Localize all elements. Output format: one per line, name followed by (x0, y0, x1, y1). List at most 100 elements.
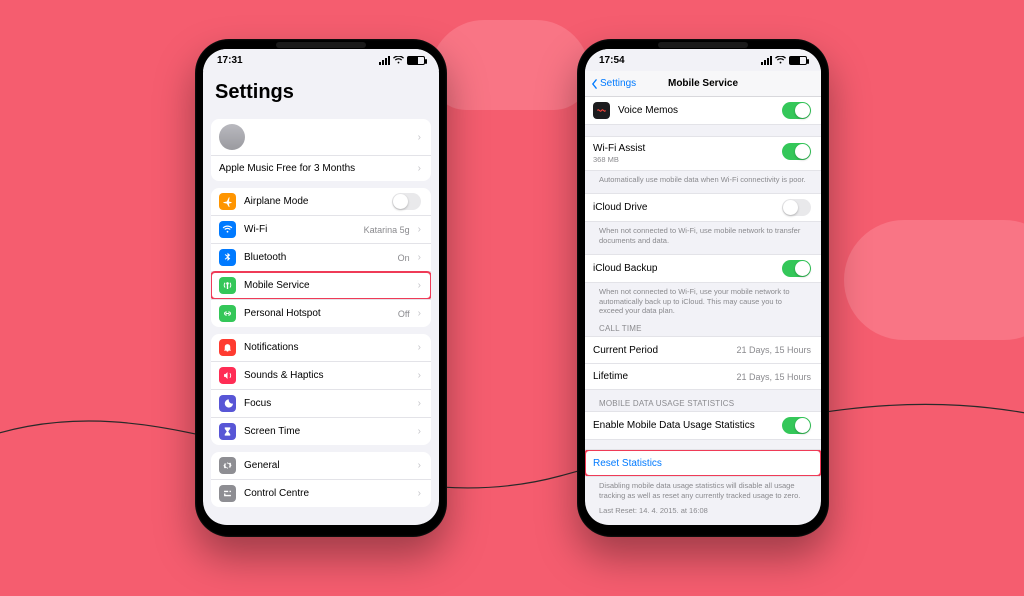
chevron-right-icon: › (418, 252, 421, 263)
moon-icon (219, 395, 236, 412)
enable-stats-toggle[interactable] (782, 417, 811, 434)
row-label: iCloud Backup (593, 263, 774, 274)
row-value: Katarina 5g (364, 225, 410, 235)
row-label: Focus (244, 398, 410, 409)
voice-memos-icon (593, 102, 610, 119)
status-bar: 17:54 (585, 49, 821, 71)
bluetooth-icon (219, 249, 236, 266)
row-label: iCloud Drive (593, 202, 774, 213)
apple-id-row[interactable]: › (211, 119, 431, 155)
chevron-right-icon: › (418, 426, 421, 437)
back-button[interactable]: Settings (591, 71, 636, 96)
call-time-header: CALL TIME (585, 315, 821, 336)
wifi-assist-sub: 368 MB (593, 155, 619, 164)
airplane-icon (219, 193, 236, 210)
icloud-backup-row[interactable]: iCloud Backup (585, 255, 821, 282)
apple-music-promo-row[interactable]: Apple Music Free for 3 Months › (211, 155, 431, 181)
gear-icon (219, 457, 236, 474)
disable-stats-footer: Disabling mobile data usage statistics w… (585, 477, 821, 500)
bell-icon (219, 339, 236, 356)
personal-hotspot-row[interactable]: Personal Hotspot Off › (211, 299, 431, 327)
row-value: 21 Days, 15 Hours (736, 372, 811, 382)
chevron-right-icon: › (418, 163, 421, 174)
control-centre-row[interactable]: Control Centre › (211, 479, 431, 507)
voice-memos-row[interactable]: Voice Memos (585, 97, 821, 124)
chevron-right-icon: › (418, 488, 421, 499)
avatar (219, 124, 245, 150)
row-label: Lifetime (593, 371, 728, 382)
connectivity-group: Airplane Mode Wi-Fi Katarina 5g › (211, 188, 431, 327)
chevron-right-icon: › (418, 342, 421, 353)
hourglass-icon (219, 423, 236, 440)
stats-header: MOBILE DATA USAGE STATISTICS (585, 390, 821, 411)
antenna-icon (219, 277, 236, 294)
chevron-right-icon: › (418, 370, 421, 381)
icloud-backup-toggle[interactable] (782, 260, 811, 277)
row-label: General (244, 460, 410, 471)
notifications-row[interactable]: Notifications › (211, 334, 431, 361)
row-label: Airplane Mode (244, 196, 384, 207)
icloud-drive-footer: When not connected to Wi-Fi, use mobile … (585, 222, 821, 245)
reset-statistics-row[interactable]: Reset Statistics (585, 450, 821, 476)
chevron-right-icon: › (418, 460, 421, 471)
screen-time-row[interactable]: Screen Time › (211, 417, 431, 445)
mobile-service-row[interactable]: Mobile Service › (211, 271, 431, 299)
row-label: Bluetooth (244, 252, 390, 263)
voice-memos-toggle[interactable] (782, 102, 811, 119)
row-label: Sounds & Haptics (244, 370, 410, 381)
speaker-icon (219, 367, 236, 384)
sounds-row[interactable]: Sounds & Haptics › (211, 361, 431, 389)
focus-row[interactable]: Focus › (211, 389, 431, 417)
general-group: General › Control Centre › (211, 452, 431, 507)
wifi-icon (775, 56, 786, 64)
phone-mobile-service: 17:54 Settings Mobile Service (577, 39, 829, 537)
airplane-toggle[interactable] (392, 193, 421, 210)
nav-bar: Settings Mobile Service (585, 71, 821, 97)
enable-stats-row[interactable]: Enable Mobile Data Usage Statistics (585, 412, 821, 439)
row-label: Wi-Fi Assist (593, 143, 774, 154)
alerts-group: Notifications › Sounds & Haptics › Focus… (211, 334, 431, 445)
page-title: Settings (203, 71, 439, 112)
chevron-right-icon: › (418, 280, 421, 291)
wifi-assist-footer: Automatically use mobile data when Wi-Fi… (585, 171, 821, 184)
wifi-assist-toggle[interactable] (782, 143, 811, 160)
chevron-right-icon: › (418, 398, 421, 409)
row-label: Notifications (244, 342, 410, 353)
last-reset-footer: Last Reset: 14. 4. 2015. at 16:08 (585, 500, 821, 515)
row-label: Current Period (593, 345, 728, 356)
row-label: Wi-Fi (244, 224, 356, 235)
row-label: Reset Statistics (593, 458, 811, 469)
account-group: › Apple Music Free for 3 Months › (211, 119, 431, 181)
icloud-backup-footer: When not connected to Wi-Fi, use your mo… (585, 283, 821, 315)
back-label: Settings (600, 78, 636, 89)
cellular-signal-icon (379, 56, 390, 65)
row-value: Off (398, 309, 410, 319)
airplane-mode-row[interactable]: Airplane Mode (211, 188, 431, 215)
status-bar: 17:31 (203, 49, 439, 71)
battery-icon (789, 56, 807, 65)
wifi-icon (219, 221, 236, 238)
row-label: Enable Mobile Data Usage Statistics (593, 420, 774, 431)
icloud-drive-row[interactable]: iCloud Drive (585, 194, 821, 221)
wifi-icon (393, 56, 404, 64)
phone-settings: 17:31 Settings › (195, 39, 447, 537)
chevron-right-icon: › (418, 224, 421, 235)
link-icon (219, 305, 236, 322)
current-period-row: Current Period 21 Days, 15 Hours (585, 337, 821, 363)
icloud-drive-toggle[interactable] (782, 199, 811, 216)
row-label: Personal Hotspot (244, 308, 390, 319)
wifi-assist-row[interactable]: Wi-Fi Assist 368 MB (585, 137, 821, 170)
cellular-signal-icon (761, 56, 772, 65)
status-time: 17:31 (217, 55, 243, 66)
row-label: Control Centre (244, 488, 410, 499)
chevron-right-icon: › (418, 308, 421, 319)
nav-title: Mobile Service (668, 78, 738, 89)
bluetooth-row[interactable]: Bluetooth On › (211, 243, 431, 271)
wifi-row[interactable]: Wi-Fi Katarina 5g › (211, 215, 431, 243)
battery-icon (407, 56, 425, 65)
row-label: Screen Time (244, 426, 410, 437)
row-label: Apple Music Free for 3 Months (219, 163, 410, 174)
chevron-left-icon (591, 79, 598, 89)
general-row[interactable]: General › (211, 452, 431, 479)
switches-icon (219, 485, 236, 502)
